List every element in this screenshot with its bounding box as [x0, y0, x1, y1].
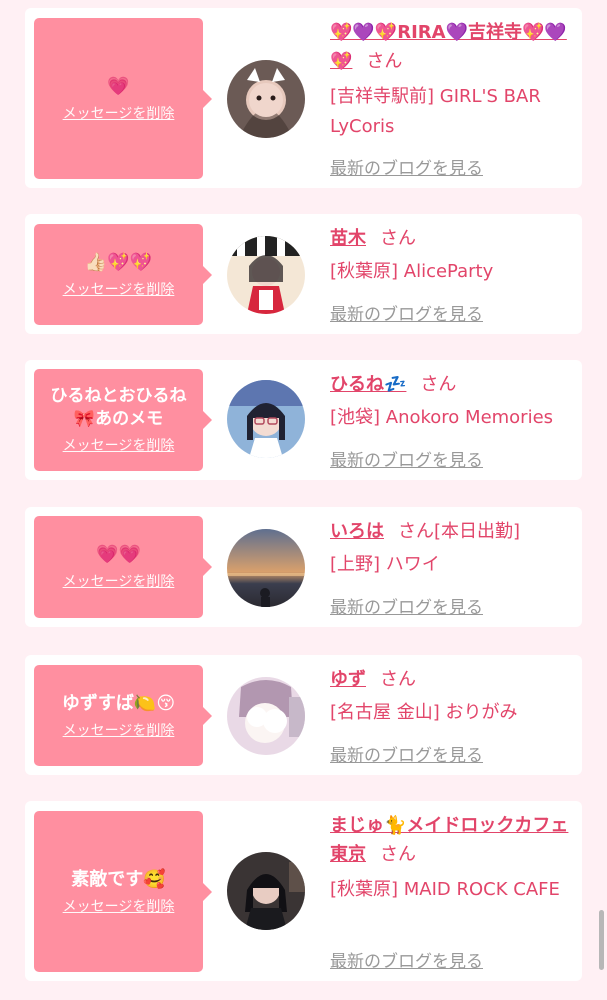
delete-message-link[interactable]: メッセージを削除 — [63, 896, 175, 916]
message-card: 素敵です🥰 メッセージを削除 まじゅ🐈メイドロックカフェ東京 さん [秋葉原] M… — [25, 801, 582, 981]
avatar[interactable] — [227, 852, 305, 930]
delete-message-link[interactable]: メッセージを削除 — [63, 720, 175, 740]
avatar[interactable] — [227, 380, 305, 458]
cast-name-link[interactable]: ゆず — [330, 669, 366, 690]
message-bubble: ゆずすば🍋😚 メッセージを削除 — [34, 665, 212, 766]
shop-label: [秋葉原] MAID ROCK CAFE — [330, 879, 560, 900]
delete-message-link[interactable]: メッセージを削除 — [63, 279, 175, 299]
cast-name-link[interactable]: 苗木 — [330, 228, 366, 249]
message-card: 💗 メッセージを削除 💖💜💖RIRA💜吉祥寺💖💜💖 さん [吉祥寺駅前] GIRL… — [25, 8, 582, 188]
view-blog-link[interactable]: 最新のブログを見る — [330, 741, 483, 766]
message-text: 💗💗 — [96, 544, 141, 565]
message-text: ゆずすば🍋😚 — [61, 692, 176, 714]
cast-info: まじゅ🐈メイドロックカフェ東京 さん [秋葉原] MAID ROCK CAFE — [330, 811, 570, 905]
san-label: さん — [398, 521, 434, 542]
shop-label: [吉祥寺駅前] GIRL'S BAR LyCoris — [330, 86, 541, 137]
san-label: さん — [380, 669, 416, 690]
san-label: さん — [366, 51, 403, 72]
message-text: 💗 — [107, 75, 130, 97]
cast-info: 苗木 さん [秋葉原] AliceParty — [330, 224, 570, 287]
view-blog-link[interactable]: 最新のブログを見る — [330, 446, 483, 471]
san-label: さん — [420, 374, 457, 395]
scrollbar[interactable] — [599, 910, 604, 970]
san-label: さん — [380, 228, 416, 249]
avatar[interactable] — [227, 677, 305, 755]
shop-label: [池袋] Anokoro Memories — [330, 407, 554, 428]
delete-message-link[interactable]: メッセージを削除 — [63, 103, 175, 123]
message-bubble: 💗💗 メッセージを削除 — [34, 516, 212, 618]
message-list: 💗 メッセージを削除 💖💜💖RIRA💜吉祥寺💖💜💖 さん [吉祥寺駅前] GIRL… — [0, 0, 607, 1000]
view-blog-link[interactable]: 最新のブログを見る — [330, 154, 483, 179]
shop-label: [名古屋 金山] おりがみ — [330, 702, 518, 723]
message-text: 素敵です🥰 — [71, 868, 166, 890]
cast-name-link[interactable]: いろは — [330, 521, 384, 542]
cast-name-link[interactable]: まじゅ🐈メイドロックカフェ東京 — [330, 815, 568, 865]
cast-info: いろは さん[本日出勤] [上野] ハワイ — [330, 517, 570, 580]
delete-message-link[interactable]: メッセージを削除 — [63, 571, 175, 591]
view-blog-link[interactable]: 最新のブログを見る — [330, 947, 483, 972]
message-card: ゆずすば🍋😚 メッセージを削除 ゆず さん [名古屋 金山] おりがみ 最新のブロ… — [25, 655, 582, 775]
avatar[interactable] — [227, 60, 305, 138]
message-bubble: 👍🏻💖💖 メッセージを削除 — [34, 224, 212, 325]
shop-label: [秋葉原] AliceParty — [330, 261, 494, 282]
cast-name-link[interactable]: ひるね💤 — [330, 374, 406, 395]
status-text: [本日出勤] — [434, 521, 521, 542]
message-bubble: ひるねとおひるね🎀あのメモ メッセージを削除 — [34, 369, 212, 471]
message-bubble: 素敵です🥰 メッセージを削除 — [34, 811, 212, 972]
shop-label: [上野] ハワイ — [330, 554, 440, 575]
cast-info: 💖💜💖RIRA💜吉祥寺💖💜💖 さん [吉祥寺駅前] GIRL'S BAR LyCo… — [330, 18, 570, 142]
cast-info: ひるね💤 さん [池袋] Anokoro Memories — [330, 370, 570, 433]
message-card: 💗💗 メッセージを削除 いろは さん[本日出勤] [上野] ハワイ 最新のブログ… — [25, 507, 582, 627]
message-text: ひるねとおひるね🎀あのメモ — [50, 386, 187, 429]
avatar[interactable] — [227, 236, 305, 314]
message-card: ひるねとおひるね🎀あのメモ メッセージを削除 ひるね💤 さん [池袋] Anoko… — [25, 360, 582, 480]
message-bubble: 💗 メッセージを削除 — [34, 18, 212, 179]
san-label: さん — [380, 844, 416, 865]
avatar[interactable] — [227, 529, 305, 607]
delete-message-link[interactable]: メッセージを削除 — [63, 435, 175, 455]
cast-info: ゆず さん [名古屋 金山] おりがみ — [330, 665, 570, 728]
view-blog-link[interactable]: 最新のブログを見る — [330, 593, 483, 618]
message-card: 👍🏻💖💖 メッセージを削除 苗木 さん [秋葉原] AliceParty 最新のブ… — [25, 214, 582, 334]
view-blog-link[interactable]: 最新のブログを見る — [330, 300, 483, 325]
message-text: 👍🏻💖💖 — [84, 251, 153, 273]
